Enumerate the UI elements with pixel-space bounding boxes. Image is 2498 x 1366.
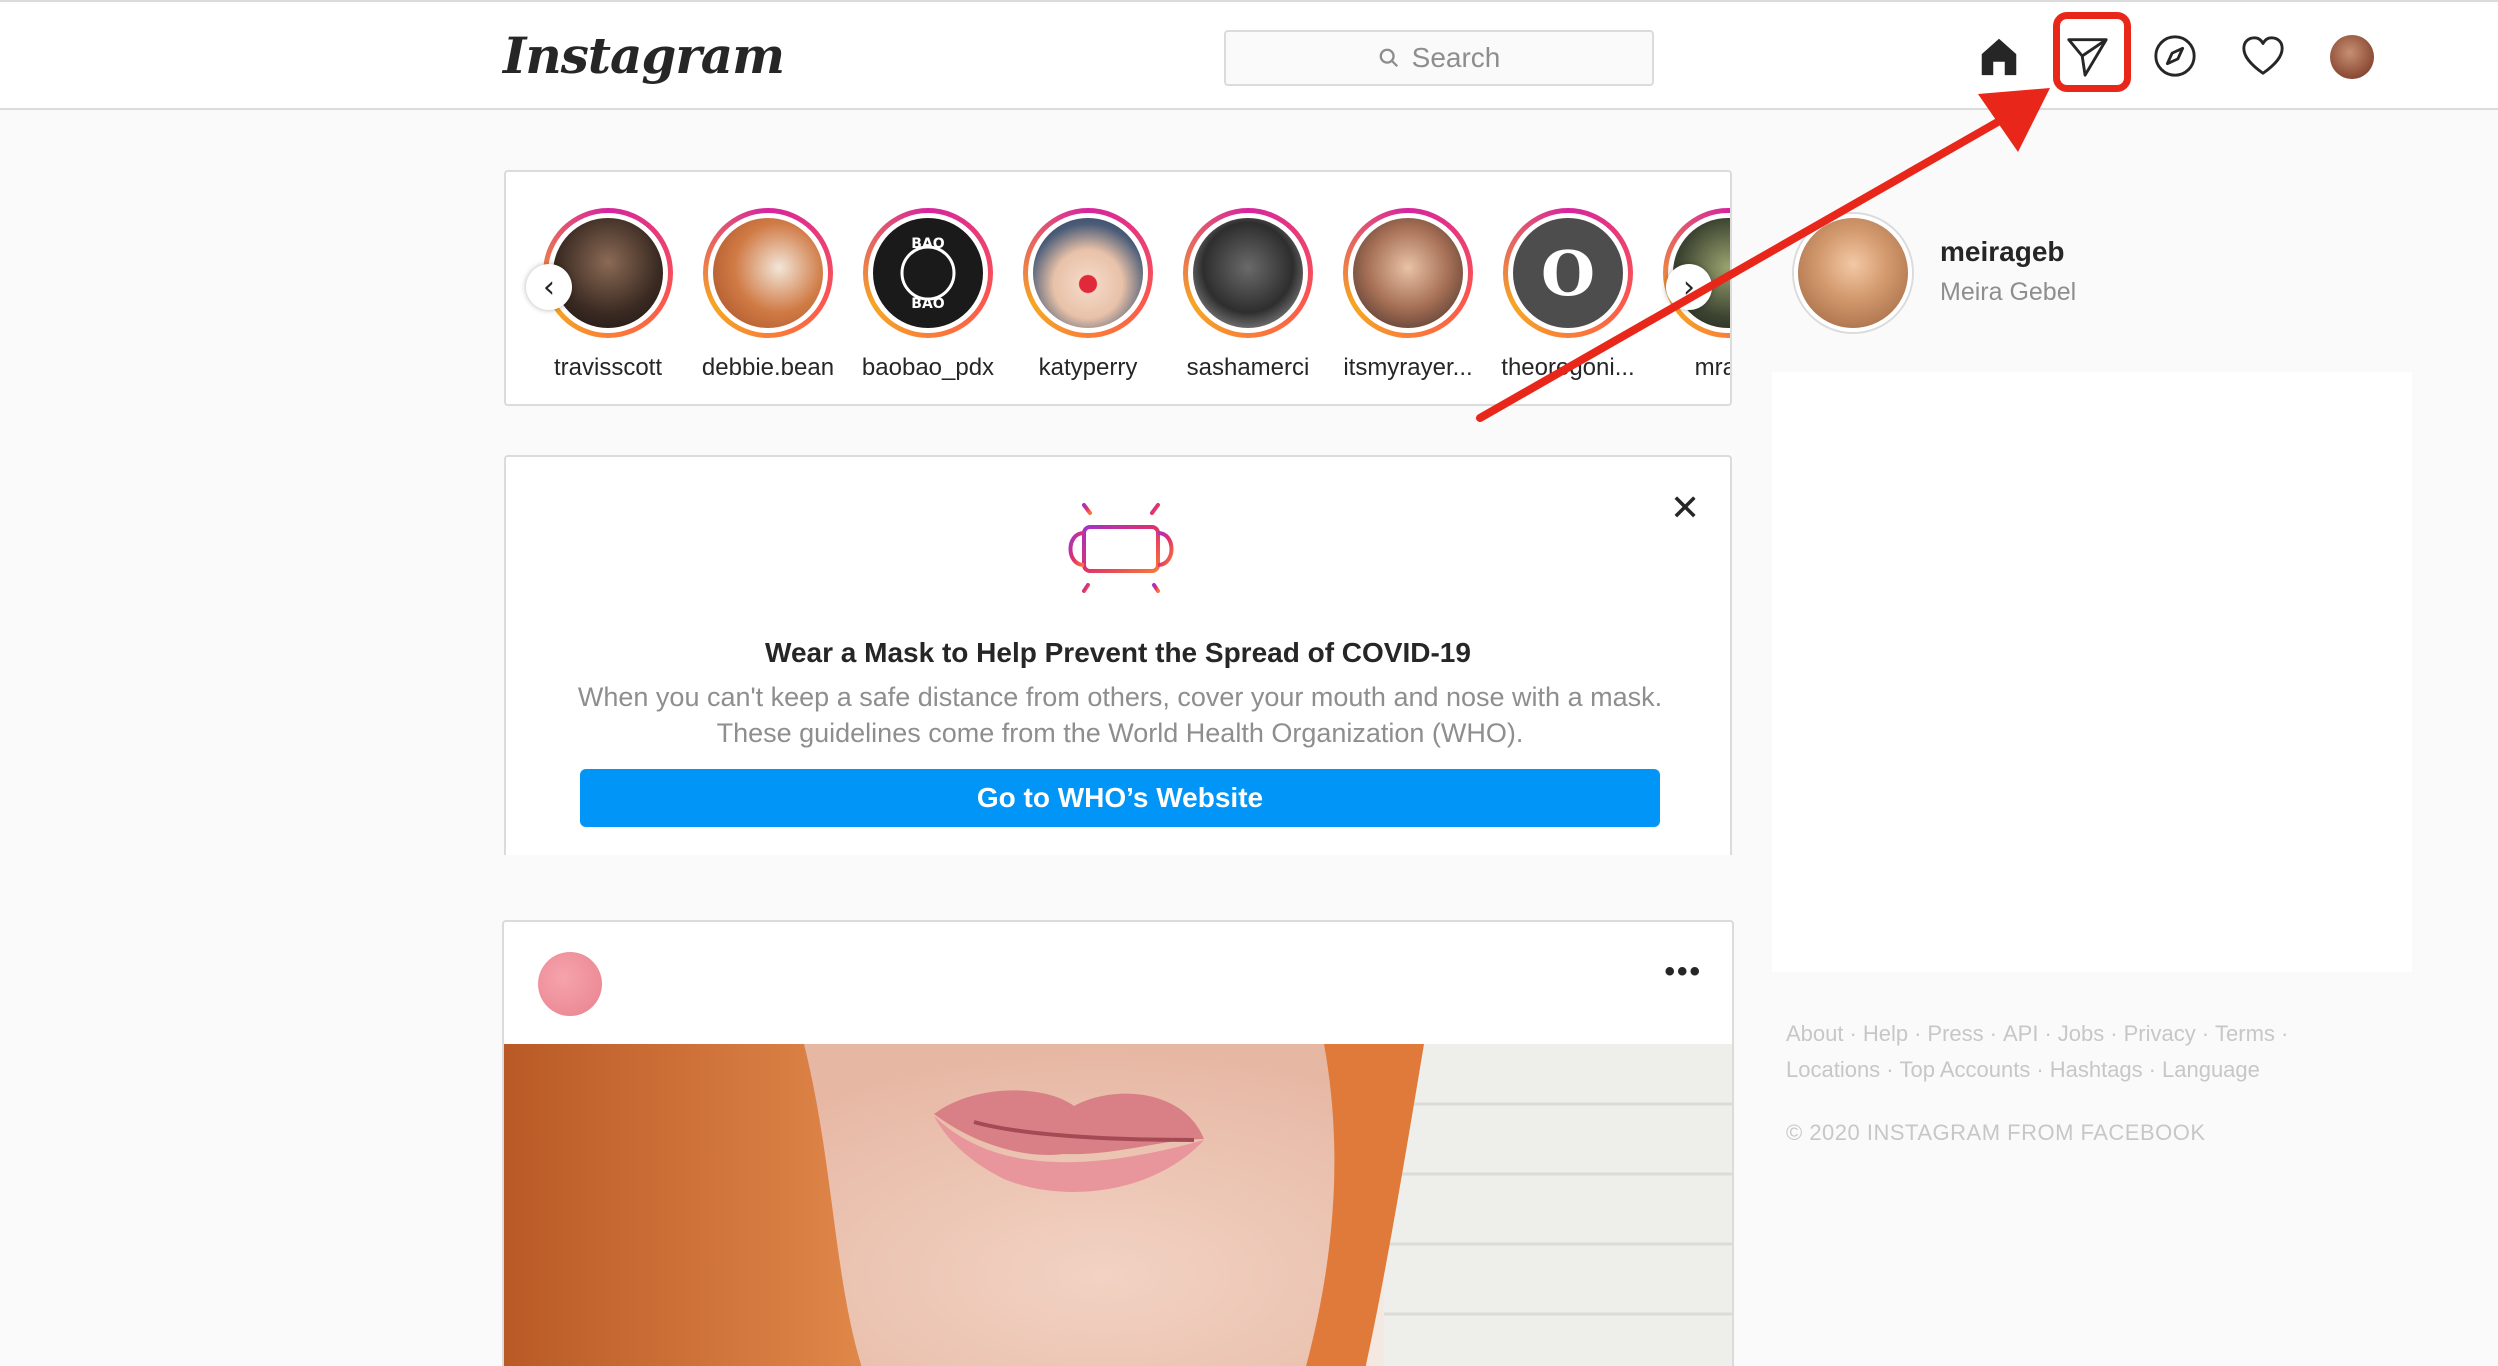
footer-link-press[interactable]: Press xyxy=(1927,1021,1983,1046)
footer-link-top-accounts[interactable]: Top Accounts xyxy=(1900,1057,2031,1082)
post-author-avatar[interactable] xyxy=(538,952,602,1016)
story-username: travisscott xyxy=(553,354,663,381)
footer-link-privacy[interactable]: Privacy xyxy=(2124,1021,2196,1046)
bao-logo-icon: BAO BAO xyxy=(900,236,956,312)
story-username: mrami xyxy=(1694,354,1730,381)
footer-link-hashtags[interactable]: Hashtags xyxy=(2050,1057,2143,1082)
footer-link-terms[interactable]: Terms xyxy=(2215,1021,2275,1046)
story-username: katyperry xyxy=(1038,354,1138,381)
covid-card-title: Wear a Mask to Help Prevent the Spread o… xyxy=(765,637,1471,668)
search-placeholder: Search xyxy=(1411,42,1501,73)
footer-links: About · Help · Press · API · Jobs · Privacy · Terms ·… xyxy=(1786,1021,2289,1082)
suggestions-panel xyxy=(1772,372,2412,972)
story-item[interactable]: debbie.bean xyxy=(688,208,848,382)
story-avatar: O xyxy=(1513,218,1623,328)
more-options-icon[interactable]: ••• xyxy=(1664,957,1702,987)
profile-avatar[interactable] xyxy=(2330,35,2374,79)
covid-info-card: ✕ Wear a Mask to Help Prevent the Spread… xyxy=(504,455,1732,855)
story-item[interactable]: BAO BAO baobao_pdx xyxy=(848,208,1008,382)
current-user-avatar[interactable] xyxy=(1794,214,1912,332)
stories-prev-button[interactable]: ‹ xyxy=(526,264,572,310)
chevron-left-icon: ‹ xyxy=(543,269,555,305)
close-icon[interactable]: ✕ xyxy=(1670,490,1700,526)
story-item[interactable]: sashamerci xyxy=(1168,208,1328,382)
footer-link-language[interactable]: Language xyxy=(2162,1057,2260,1082)
story-username: itsmyrayer... xyxy=(1343,354,1473,381)
story-item[interactable]: katyperry xyxy=(1008,208,1168,382)
footer-link-help[interactable]: Help xyxy=(1863,1021,1908,1046)
story-item[interactable]: O theoregoni... xyxy=(1488,208,1648,382)
who-website-button[interactable]: Go to WHO’s Website xyxy=(580,769,1660,827)
search-input[interactable]: Search xyxy=(1224,30,1654,86)
story-username: sashamerci xyxy=(1186,354,1310,381)
story-avatar xyxy=(553,218,663,328)
home-icon[interactable] xyxy=(1975,32,2023,80)
search-icon xyxy=(1379,48,1398,68)
story-username: theoregoni... xyxy=(1501,354,1635,381)
footer-link-about[interactable]: About xyxy=(1786,1021,1844,1046)
stories-tray: travisscott debbie.bean BAO BAO baobao_pd… xyxy=(504,170,1732,406)
story-item[interactable]: itsmyrayer... xyxy=(1328,208,1488,382)
face-mask-icon xyxy=(1068,493,1174,601)
stories-next-button[interactable]: › xyxy=(1666,264,1712,310)
feed-post: ••• xyxy=(502,920,1734,1366)
story-username: debbie.bean xyxy=(701,354,835,381)
story-username: baobao_pdx xyxy=(861,354,995,381)
story-avatar xyxy=(1353,218,1463,328)
story-avatar xyxy=(1193,218,1303,328)
annotation-highlight-box xyxy=(2053,12,2131,92)
chevron-right-icon: › xyxy=(1683,269,1695,305)
instagram-logo[interactable]: Instagram xyxy=(503,26,785,85)
story-avatar xyxy=(713,218,823,328)
post-image[interactable] xyxy=(504,1044,1732,1366)
current-username[interactable]: meirageb xyxy=(1940,236,2065,268)
footer-link-locations[interactable]: Locations xyxy=(1786,1057,1880,1082)
covid-card-body: When you can't keep a safe distance from… xyxy=(577,682,1663,748)
copyright-text: © 2020 INSTAGRAM FROM FACEBOOK xyxy=(1786,1120,2206,1145)
svg-text:BAO: BAO xyxy=(911,236,945,252)
svg-text:BAO: BAO xyxy=(911,296,945,312)
story-avatar xyxy=(1033,218,1143,328)
activity-heart-icon[interactable] xyxy=(2239,32,2287,80)
current-user-full-name: Meira Gebel xyxy=(1940,278,2077,306)
story-avatar: BAO BAO xyxy=(873,218,983,328)
footer-link-jobs[interactable]: Jobs xyxy=(2058,1021,2104,1046)
footer-link-api[interactable]: API xyxy=(2003,1021,2038,1046)
post-photo-illustration xyxy=(504,1044,1732,1366)
explore-compass-icon[interactable] xyxy=(2151,32,2199,80)
